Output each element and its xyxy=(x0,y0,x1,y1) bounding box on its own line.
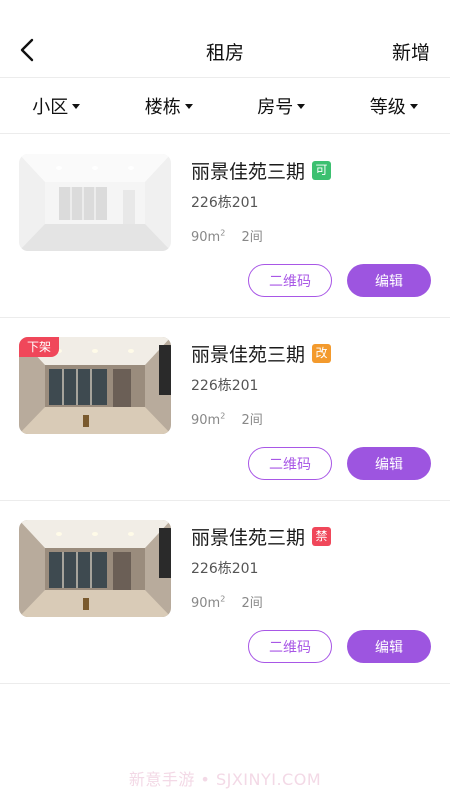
property-name: 丽景佳苑三期 可 xyxy=(191,157,332,184)
area-unit-sup: 2 xyxy=(220,411,226,421)
unit-number: 226栋201 xyxy=(191,195,259,211)
room-count: 2间 xyxy=(241,230,263,245)
qr-code-button[interactable]: 二维码 xyxy=(248,264,332,297)
status-tag: 可 xyxy=(312,161,332,180)
property-name-text: 丽景佳苑三期 xyxy=(191,161,306,183)
filter-room-number[interactable]: 房号 xyxy=(225,78,338,133)
status-tag: 禁 xyxy=(312,527,332,546)
edit-button[interactable]: 编辑 xyxy=(347,630,431,663)
room-photo[interactable] xyxy=(19,154,171,251)
filter-label: 小区 xyxy=(32,96,69,118)
caret-down-icon xyxy=(72,104,81,109)
area-value: 90m xyxy=(191,413,221,428)
page-title: 租房 xyxy=(205,42,244,64)
property-meta: 90m2 2间 xyxy=(191,592,263,611)
filter-building[interactable]: 楼栋 xyxy=(113,78,226,133)
edit-button[interactable]: 编辑 xyxy=(347,264,431,297)
add-button[interactable]: 新增 xyxy=(392,38,430,65)
app-screen: 租房 新增 小区 楼栋 房号 等级 丽景佳苑三期 可 226栋201 90m2 … xyxy=(0,0,450,800)
room-photo[interactable]: 下架 xyxy=(19,337,171,434)
property-name: 丽景佳苑三期 禁 xyxy=(191,523,332,550)
header-bar: 租房 新增 xyxy=(0,0,450,78)
edit-button[interactable]: 编辑 xyxy=(347,447,431,480)
property-meta: 90m2 2间 xyxy=(191,409,263,428)
off-shelf-badge: 下架 xyxy=(19,337,60,357)
filter-community[interactable]: 小区 xyxy=(0,78,113,133)
listing-card: 丽景佳苑三期 禁 226栋201 90m2 2间 二维码 编辑 xyxy=(0,501,450,684)
area-value: 90m xyxy=(191,230,221,245)
caret-down-icon xyxy=(184,104,193,109)
caret-down-icon xyxy=(409,104,418,109)
room-photo[interactable] xyxy=(19,520,171,617)
room-count: 2间 xyxy=(241,596,263,611)
qr-code-button[interactable]: 二维码 xyxy=(248,630,332,663)
filter-label: 楼栋 xyxy=(144,96,181,118)
room-count: 2间 xyxy=(241,413,263,428)
unit-number: 226栋201 xyxy=(191,561,259,577)
listing-card: 丽景佳苑三期 可 226栋201 90m2 2间 二维码 编辑 xyxy=(0,135,450,318)
property-name: 丽景佳苑三期 改 xyxy=(191,340,332,367)
property-name-text: 丽景佳苑三期 xyxy=(191,527,306,549)
area-unit-sup: 2 xyxy=(220,228,226,238)
listing-card: 下架 丽景佳苑三期 改 226栋201 90m2 2间 二维码 编辑 xyxy=(0,318,450,501)
property-meta: 90m2 2间 xyxy=(191,226,263,245)
area-unit-sup: 2 xyxy=(220,594,226,604)
caret-down-icon xyxy=(297,104,306,109)
filter-bar: 小区 楼栋 房号 等级 xyxy=(0,78,450,134)
filter-grade[interactable]: 等级 xyxy=(338,78,450,133)
filter-label: 房号 xyxy=(257,96,294,118)
watermark: 新意手游 • SJXINYI.COM xyxy=(128,770,322,789)
property-name-text: 丽景佳苑三期 xyxy=(191,344,306,366)
filter-label: 等级 xyxy=(369,96,406,118)
qr-code-button[interactable]: 二维码 xyxy=(248,447,332,480)
status-tag: 改 xyxy=(312,344,332,363)
area-value: 90m xyxy=(191,596,221,611)
unit-number: 226栋201 xyxy=(191,378,259,394)
